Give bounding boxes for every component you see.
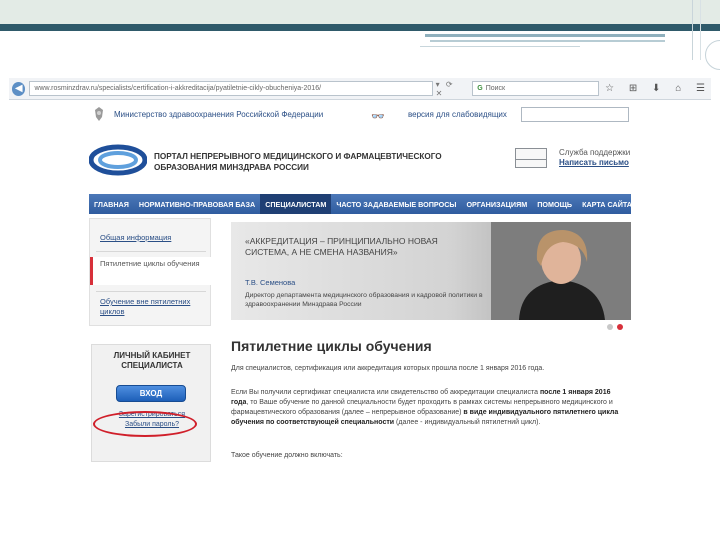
page-body: Если Вы получили сертификат специалиста … [231, 388, 623, 428]
search-placeholder: Поиск [485, 85, 506, 92]
sidebar-menu: Общая информация Пятилетние циклы обучен… [89, 218, 212, 326]
ministry-strip: Министерство здравоохранения Российской … [9, 102, 711, 126]
nav-item-specialists[interactable]: СПЕЦИАЛИСТАМ [260, 194, 332, 214]
nav-item-regulations[interactable]: НОРМАТИВНО-ПРАВОВАЯ БАЗА [134, 194, 260, 214]
sidebar-item-general-info[interactable]: Общая информация [90, 233, 212, 243]
nav-item-organizations[interactable]: ОРГАНИЗАЦИЯМ [461, 194, 532, 214]
ministry-link[interactable]: Министерство здравоохранения Российской … [114, 110, 323, 119]
page-body-ending: Такое обучение должно включать: [231, 452, 343, 459]
back-arrow-icon[interactable]: ◀ [12, 81, 26, 96]
slide-top-band [0, 0, 720, 26]
browser-toolbar-icons[interactable]: ☆ ⊞ ⬇ ⌂ ☰ [605, 83, 711, 94]
coat-of-arms-icon [95, 107, 103, 121]
sidebar-item-outside-cycles[interactable]: Обучение вне пятилетних циклов [90, 297, 212, 317]
portal-title: ПОРТАЛ НЕПРЕРЫВНОГО МЕДИЦИНСКОГО И ФАРМА… [154, 152, 442, 172]
browser-search-input[interactable]: G Поиск [472, 81, 600, 96]
banner-quote: «АККРЕДИТАЦИЯ – ПРИНЦИПИАЛЬНО НОВАЯ СИСТ… [245, 236, 438, 257]
body-text: Если Вы получили сертификат специалиста … [231, 389, 540, 396]
browser-toolbar: ◀ www.rosminzdrav.ru/specialists/certifi… [9, 78, 711, 100]
address-bar[interactable]: www.rosminzdrav.ru/specialists/certifica… [29, 81, 433, 96]
portal-logo-icon [89, 144, 147, 176]
main-navigation: ГЛАВНАЯ НОРМАТИВНО-ПРАВОВАЯ БАЗА СПЕЦИАЛ… [89, 194, 632, 214]
nav-item-faq[interactable]: ЧАСТО ЗАДАВАЕМЫЕ ВОПРОСЫ [331, 194, 461, 214]
sidebar-divider [96, 251, 206, 252]
nav-item-home[interactable]: ГЛАВНАЯ [89, 194, 134, 214]
body-text: (далее - индивидуальный пятилетний цикл)… [394, 419, 541, 426]
vision-impaired-link[interactable]: версия для слабовидящих [408, 110, 507, 119]
pagination-dot[interactable] [607, 324, 613, 330]
nav-item-help[interactable]: ПОМОЩЬ [532, 194, 577, 214]
envelope-icon[interactable] [515, 148, 547, 168]
page-title: Пятилетние циклы обучения [231, 338, 432, 354]
support-label: Служба поддержки [559, 148, 631, 157]
register-highlight-oval [93, 411, 197, 437]
site-search-input[interactable] [521, 107, 629, 122]
slide-accent-line [425, 34, 665, 37]
sidebar-item-five-year-cycles[interactable]: Пятилетние циклы обучения [90, 257, 212, 285]
portrait-photo [491, 222, 631, 320]
quote-banner[interactable]: «АККРЕДИТАЦИЯ – ПРИНЦИПИАЛЬНО НОВАЯ СИСТ… [231, 222, 631, 320]
banner-person-role: Директор департамента медицинского образ… [245, 292, 483, 308]
nav-item-sitemap[interactable]: КАРТА САЙТА [577, 194, 637, 214]
address-bar-actions-icon[interactable]: ▾ ⟳ ✕ [436, 80, 467, 98]
browser-screenshot: ◀ www.rosminzdrav.ru/specialists/certifi… [9, 78, 711, 473]
login-button[interactable]: ВХОД [116, 385, 186, 402]
glasses-icon: 👓 [371, 111, 385, 123]
specialist-cabinet-panel: ЛИЧНЫЙ КАБИНЕТ СПЕЦИАЛИСТА ВХОД Зарегист… [91, 344, 211, 462]
banner-person-name: Т.В. Семенова [245, 278, 296, 287]
slide-accent-line [430, 40, 665, 42]
cabinet-title: ЛИЧНЫЙ КАБИНЕТ СПЕЦИАЛИСТА [113, 351, 191, 370]
page-intro: Для специалистов, сертификация или аккре… [231, 365, 545, 372]
pagination-dot-active[interactable] [617, 324, 623, 330]
sidebar-divider [96, 291, 206, 292]
search-engine-icon: G [477, 85, 483, 92]
slide-accent-line [420, 46, 580, 47]
write-letter-link[interactable]: Написать письмо [559, 158, 629, 167]
banner-pagination [607, 324, 623, 330]
slide-top-stripe [0, 24, 720, 31]
